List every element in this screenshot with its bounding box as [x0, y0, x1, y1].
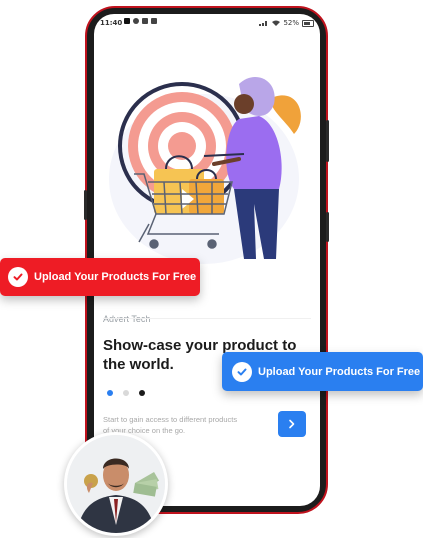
next-button[interactable] [278, 411, 306, 437]
battery-icon [302, 19, 314, 27]
notification-icons [124, 18, 157, 24]
badge-label: Upload Your Products For Free [34, 271, 197, 283]
check-circle-icon [232, 361, 252, 382]
phone-volume-button [326, 120, 329, 162]
battery-level: 52% [283, 19, 299, 27]
upload-free-badge-blue: Upload Your Products For Free [222, 352, 423, 391]
pager-dots [107, 390, 145, 396]
pager-dot-3[interactable] [139, 390, 145, 396]
signal-icon [259, 21, 268, 26]
message-icon [151, 18, 157, 24]
badge-label: Upload Your Products For Free [258, 365, 421, 378]
divider [103, 318, 311, 319]
gallery-icon [142, 18, 148, 24]
check-circle-icon [8, 267, 28, 287]
phone-side-button [84, 190, 87, 220]
chevron-right-icon [289, 419, 295, 429]
status-bar: 11:40 52% [94, 14, 320, 34]
pager-dot-2[interactable] [123, 390, 129, 396]
status-time: 11:40 [100, 19, 123, 27]
brand-label: Advert Tech [103, 314, 151, 324]
chrome-icon [133, 18, 139, 24]
upload-free-badge-red: Upload Your Products For Free [0, 258, 200, 296]
man-with-money-photo [67, 435, 165, 533]
pager-dot-1[interactable] [107, 390, 113, 396]
shopping-illustration [109, 76, 301, 264]
tiktok-icon [124, 18, 130, 24]
status-right: 52% [259, 19, 314, 27]
avatar [64, 432, 168, 536]
phone-power-button [326, 212, 329, 242]
wifi-icon [272, 20, 281, 26]
